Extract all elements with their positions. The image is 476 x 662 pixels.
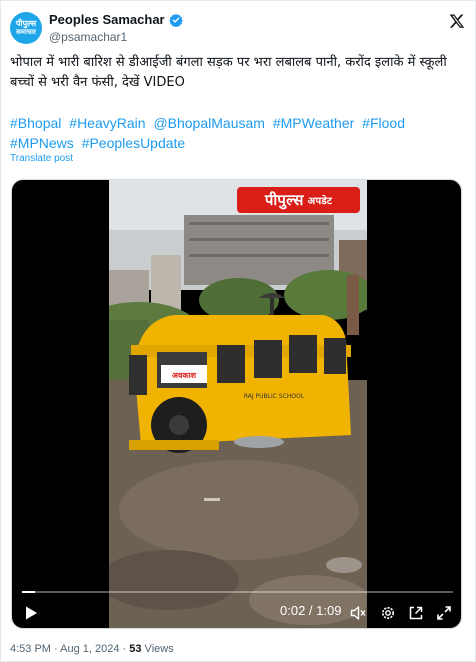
hashtag-list: #Bhopal #HeavyRain @BhopalMausam #MPWeat… — [10, 113, 468, 153]
video-time: 0:02 / 1:09 — [280, 603, 342, 618]
brand-badge-name: पीपुल्स — [264, 191, 304, 209]
video-progress-bar[interactable] — [22, 591, 453, 593]
verified-badge-icon — [168, 13, 183, 27]
tweet-timestamp[interactable]: 4:53 PM · Aug 1, 2024 · — [10, 643, 129, 655]
hashtag-link[interactable]: #Bhopal — [10, 115, 61, 131]
video-controls: 0:02 / 1:09 — [12, 584, 461, 628]
hashtag-link[interactable]: #MPNews — [10, 135, 74, 151]
settings-gear-icon[interactable] — [380, 605, 396, 621]
mention-link[interactable]: @BhopalMausam — [153, 115, 265, 131]
author-name-row: Peoples Samachar — [49, 12, 183, 27]
author-display-name[interactable]: Peoples Samachar — [49, 12, 165, 27]
volume-icon[interactable] — [350, 605, 366, 621]
video-progress-fill — [22, 591, 35, 593]
hashtag-link[interactable]: #MPWeather — [273, 115, 354, 131]
van-school-text: RAJ PUBLIC SCHOOL — [244, 393, 305, 400]
views-count: 53 — [129, 643, 142, 655]
hashtag-link[interactable]: #Flood — [362, 115, 405, 131]
fullscreen-icon[interactable] — [436, 605, 452, 621]
video-player[interactable]: अवकाश RAJ PUBLIC SCHOOL पीपुल्स अपडेट 0:… — [11, 179, 462, 629]
channel-brand-badge: पीपुल्स अपडेट — [237, 187, 360, 213]
tweet-text: भोपाल में भारी बारिश से डीआईजी बंगला सड़… — [10, 55, 447, 90]
author-handle[interactable]: @psamachar1 — [49, 30, 127, 44]
pip-icon[interactable] — [408, 605, 424, 621]
play-icon[interactable] — [23, 605, 39, 621]
avatar-line-1: पीपुल्स — [15, 19, 37, 28]
avatar[interactable]: पीपुल्स समाचार — [10, 12, 42, 44]
brand-badge-tag: अपडेट — [307, 196, 333, 207]
video-frame[interactable]: अवकाश RAJ PUBLIC SCHOOL पीपुल्स अपडेट — [109, 180, 367, 628]
video-scene: अवकाश RAJ PUBLIC SCHOOL — [109, 180, 367, 628]
x-logo-icon[interactable] — [449, 13, 465, 29]
avatar-line-2: समाचार — [16, 28, 36, 36]
tweet-meta: 4:53 PM · Aug 1, 2024 · 53 Views — [10, 643, 174, 655]
hashtag-link[interactable]: #PeoplesUpdate — [82, 135, 186, 151]
hashtag-link[interactable]: #HeavyRain — [69, 115, 145, 131]
tweet-card: पीपुल्स समाचार Peoples Samachar @psamach… — [0, 0, 476, 662]
translate-post-link[interactable]: Translate post — [10, 153, 73, 164]
van-sign-text: अवकाश — [172, 371, 197, 380]
views-label: Views — [141, 643, 174, 655]
